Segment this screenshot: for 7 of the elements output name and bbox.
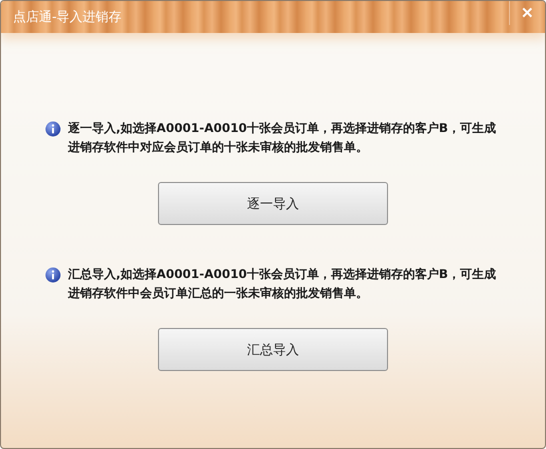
import-button[interactable]: 逐一导入 (158, 182, 388, 225)
info-icon (45, 121, 61, 137)
description: 逐一导入,如选择A0001-A0010十张会员订单，再选择进销存的客户B，可生成进销存软件中对应会员订单的十张未审核的批发销售单。 (68, 120, 498, 156)
window-title: 点店通-导入进销存 (13, 9, 122, 26)
import-button[interactable]: 汇总导入 (158, 328, 388, 371)
description: 汇总导入,如选择A0001-A0010十张会员订单，再选择进销存的客户B，可生成进销存软件中会员订单汇总的一张未审核的批发销售单。 (68, 266, 498, 302)
info-icon (45, 267, 61, 283)
